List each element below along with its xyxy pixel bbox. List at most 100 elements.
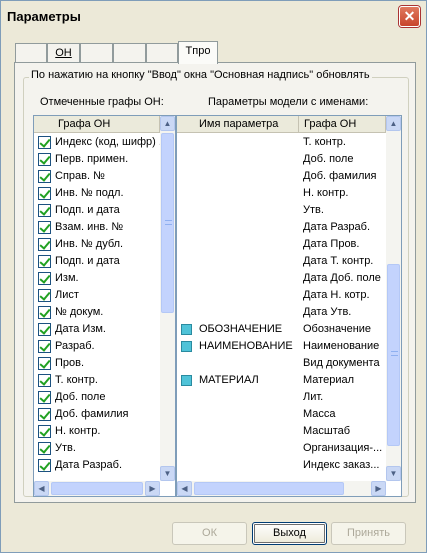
checkbox-checked-icon[interactable] — [38, 153, 51, 166]
param-graf: Т. контр. — [303, 136, 346, 148]
scroll-down-icon[interactable]: ▼ — [160, 466, 175, 481]
table-row[interactable]: Организация-... — [177, 440, 386, 457]
list-item[interactable]: Справ. № — [34, 168, 160, 185]
list-item[interactable]: Дата Разраб. — [34, 457, 160, 474]
tab-1[interactable] — [15, 43, 47, 63]
checkbox-checked-icon[interactable] — [38, 136, 51, 149]
exit-button[interactable]: Выход — [252, 522, 327, 545]
list-item[interactable]: Изм. — [34, 270, 160, 287]
table-row[interactable]: Масса — [177, 406, 386, 423]
checkbox-checked-icon[interactable] — [38, 425, 51, 438]
checkbox-checked-icon[interactable] — [38, 272, 51, 285]
table-row[interactable]: Дата Разраб. — [177, 219, 386, 236]
tab-5[interactable] — [146, 43, 178, 63]
scroll-thumb[interactable] — [51, 482, 143, 495]
table-row[interactable]: Утв. — [177, 202, 386, 219]
scroll-up-icon[interactable]: ▲ — [160, 116, 175, 131]
table-row[interactable]: НАИМЕНОВАНИЕ Наименование — [177, 338, 386, 355]
right-vertical-scrollbar[interactable]: ▲ ▼ — [386, 116, 401, 481]
list-item[interactable]: Подп. и дата — [34, 253, 160, 270]
header-graf-on[interactable]: Графа ОН — [299, 116, 386, 133]
header-param-name[interactable]: Имя параметра — [177, 116, 299, 133]
list-item[interactable]: Взам. инв. № — [34, 219, 160, 236]
left-caption: Отмеченные графы ОН: — [40, 96, 164, 108]
header-graf-on[interactable]: Графа ОН — [34, 116, 160, 133]
scroll-down-icon[interactable]: ▼ — [386, 466, 401, 481]
right-horizontal-scrollbar[interactable]: ◀ ▶ — [177, 481, 386, 496]
table-row[interactable]: Доб. поле — [177, 151, 386, 168]
table-row[interactable]: МАТЕРИАЛ Материал — [177, 372, 386, 389]
model-params-list[interactable]: Имя параметра Графа ОН Т. контр. Доб. пол… — [176, 115, 402, 497]
table-row[interactable]: Вид документа — [177, 355, 386, 372]
list-item[interactable]: Пров. — [34, 355, 160, 372]
group-legend: По нажатию на кнопку "Ввод" окна "Основн… — [29, 69, 372, 81]
list-item[interactable]: Дата Изм. — [34, 321, 160, 338]
tab-3[interactable] — [80, 43, 113, 63]
left-horizontal-scrollbar[interactable]: ◀ ▶ — [34, 481, 160, 496]
scroll-thumb[interactable] — [387, 264, 400, 446]
list-item[interactable]: № докум. — [34, 304, 160, 321]
checkbox-checked-icon[interactable] — [38, 459, 51, 472]
table-row[interactable]: Дата Утв. — [177, 304, 386, 321]
list-item[interactable]: Доб. фамилия — [34, 406, 160, 423]
checkbox-checked-icon[interactable] — [38, 340, 51, 353]
checkbox-checked-icon[interactable] — [38, 170, 51, 183]
table-row[interactable]: Дата Доб. поле — [177, 270, 386, 287]
param-graf: Масса — [303, 408, 336, 420]
scroll-left-icon[interactable]: ◀ — [34, 481, 49, 496]
scroll-thumb[interactable] — [161, 133, 174, 313]
checkbox-checked-icon[interactable] — [38, 391, 51, 404]
model-param-icon — [181, 324, 192, 335]
list-item[interactable]: Инв. № дубл. — [34, 236, 160, 253]
checkbox-checked-icon[interactable] — [38, 442, 51, 455]
checkbox-checked-icon[interactable] — [38, 255, 51, 268]
param-graf: Утв. — [303, 204, 324, 216]
table-row[interactable]: Доб. фамилия — [177, 168, 386, 185]
checkbox-checked-icon[interactable] — [38, 204, 51, 217]
table-row[interactable]: Дата Т. контр. — [177, 253, 386, 270]
list-item[interactable]: Доб. поле — [34, 389, 160, 406]
tab-on[interactable]: ОН — [47, 43, 80, 63]
param-graf: Дата Разраб. — [303, 221, 371, 233]
checkbox-checked-icon[interactable] — [38, 306, 51, 319]
list-item[interactable]: Подп. и дата — [34, 202, 160, 219]
list-item[interactable]: Разраб. — [34, 338, 160, 355]
list-item[interactable]: Лист — [34, 287, 160, 304]
list-item[interactable]: Инв. № подл. — [34, 185, 160, 202]
checkbox-checked-icon[interactable] — [38, 323, 51, 336]
scroll-left-icon[interactable]: ◀ — [177, 481, 192, 496]
table-row[interactable]: Индекс заказ... — [177, 457, 386, 474]
checkbox-checked-icon[interactable] — [38, 357, 51, 370]
ok-button[interactable]: ОК — [172, 522, 247, 545]
table-row[interactable]: Н. контр. — [177, 185, 386, 202]
scroll-right-icon[interactable]: ▶ — [145, 481, 160, 496]
scroll-right-icon[interactable]: ▶ — [371, 481, 386, 496]
list-item[interactable]: Утв. — [34, 440, 160, 457]
tab-4[interactable] — [113, 43, 146, 63]
checked-fields-list[interactable]: Графа ОН Индекс (код, шифр) ... Перв. при… — [33, 115, 176, 497]
table-row[interactable]: Лит. — [177, 389, 386, 406]
list-item[interactable]: Т. контр. — [34, 372, 160, 389]
list-item[interactable]: Перв. примен. — [34, 151, 160, 168]
scroll-thumb[interactable] — [194, 482, 344, 495]
scroll-up-icon[interactable]: ▲ — [386, 116, 401, 131]
item-label: Доб. фамилия — [55, 408, 129, 420]
apply-button[interactable]: Принять — [331, 522, 406, 545]
list-item[interactable]: Н. контр. — [34, 423, 160, 440]
left-vertical-scrollbar[interactable]: ▲ ▼ — [160, 116, 175, 481]
table-row[interactable]: Т. контр. — [177, 134, 386, 151]
checkbox-checked-icon[interactable] — [38, 408, 51, 421]
table-row[interactable]: Масштаб — [177, 423, 386, 440]
table-row[interactable]: ОБОЗНАЧЕНИЕ Обозначение — [177, 321, 386, 338]
list-item[interactable]: Индекс (код, шифр) ... — [34, 134, 160, 151]
checkbox-checked-icon[interactable] — [38, 187, 51, 200]
checkbox-checked-icon[interactable] — [38, 238, 51, 251]
checkbox-checked-icon[interactable] — [38, 289, 51, 302]
tab-tpro[interactable]: Tпро — [178, 41, 218, 64]
table-row[interactable]: Дата Н. котр. — [177, 287, 386, 304]
table-row[interactable]: Дата Пров. — [177, 236, 386, 253]
checkbox-checked-icon[interactable] — [38, 221, 51, 234]
checkbox-checked-icon[interactable] — [38, 374, 51, 387]
close-button[interactable]: ✕ — [399, 6, 420, 27]
item-label: Пров. — [55, 357, 85, 369]
